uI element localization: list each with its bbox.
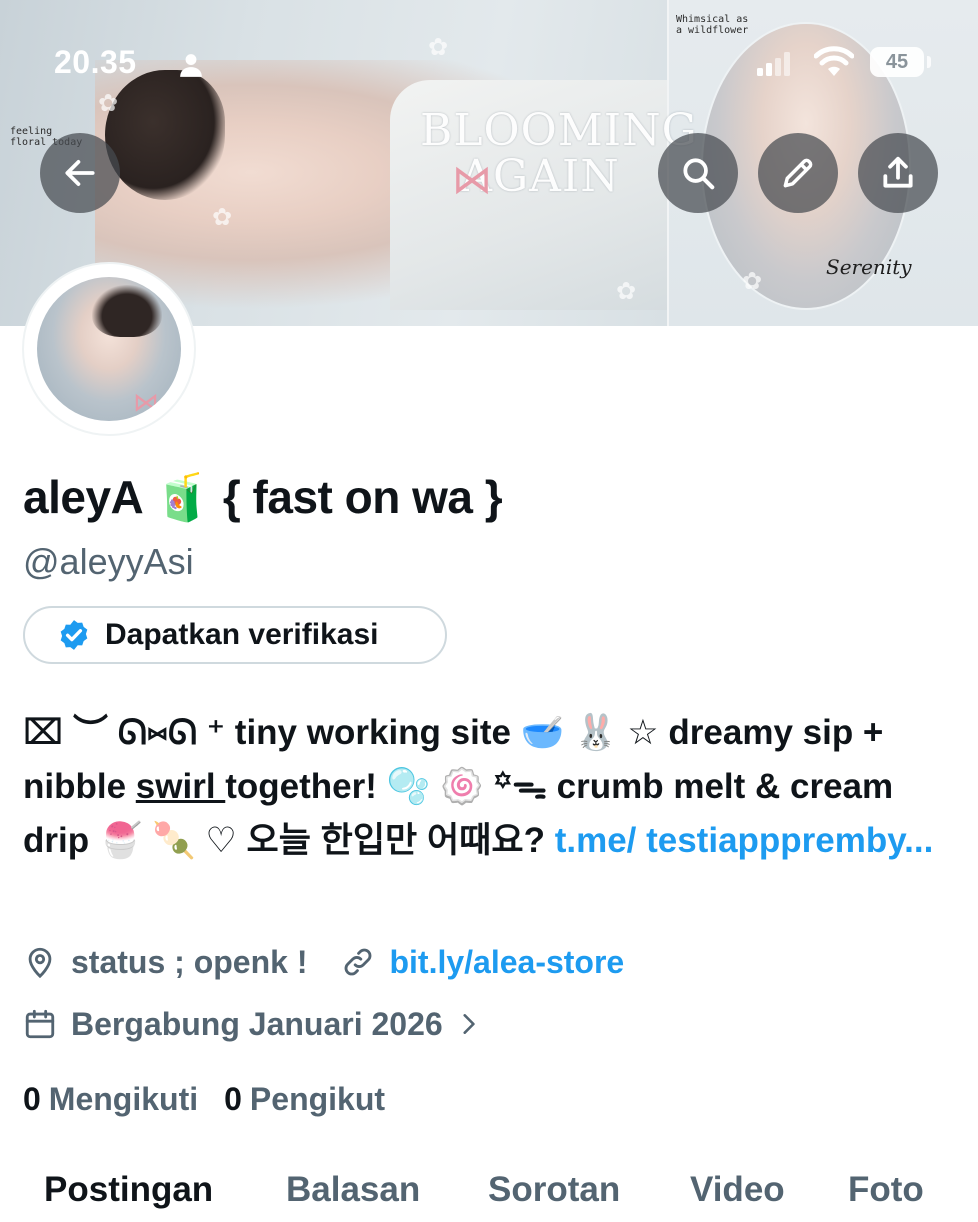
tab-replies[interactable]: Balasan: [286, 1170, 420, 1210]
location-pin-icon: [28, 947, 52, 979]
battery-tip: [927, 56, 931, 68]
get-verified-label: Dapatkan verifikasi: [105, 618, 379, 651]
wifi-icon: [814, 46, 854, 76]
tab-highlights[interactable]: Sorotan: [488, 1170, 620, 1210]
flower-icon: ✿: [616, 278, 637, 305]
share-button[interactable]: [858, 133, 938, 213]
arrow-left-icon: [65, 160, 95, 186]
signal-icon: [757, 52, 790, 76]
calendar-icon: [25, 1009, 55, 1039]
flower-icon: ✿: [742, 268, 763, 295]
flower-icon: ✿: [428, 34, 449, 61]
back-button[interactable]: [40, 133, 120, 213]
edit-button[interactable]: [758, 133, 838, 213]
bio-underlined-text: swirl: [135, 767, 226, 806]
banner-script-text: Serenity: [826, 255, 912, 279]
profile-meta-row: status ; openk ! bit.ly/alea-store: [23, 940, 624, 984]
bio-link[interactable]: t.me/ testiapppremby...: [555, 821, 934, 860]
flower-icon: ✿: [212, 204, 233, 231]
following-count[interactable]: 0: [23, 1081, 41, 1118]
tab-photos[interactable]: Foto: [848, 1170, 924, 1210]
website-link[interactable]: bit.ly/alea-store: [389, 944, 624, 981]
tab-videos[interactable]: Video: [690, 1170, 785, 1210]
search-button[interactable]: [658, 133, 738, 213]
status-time: 20.35: [54, 44, 137, 80]
profile-bio: ⌧ ︶ ᘏ⑅ᘏ ⁺ tiny working site 🥣 🐰 ☆ dreamy…: [23, 706, 963, 868]
avatar[interactable]: ⋈: [37, 277, 181, 421]
location-text: status ; openk !: [71, 943, 308, 980]
joined-date-row[interactable]: Bergabung Januari 2026: [23, 1002, 481, 1046]
bow-icon: ⋈: [452, 158, 492, 202]
pencil-icon: [783, 158, 813, 188]
tab-posts[interactable]: Postingan: [44, 1170, 213, 1210]
banner-note-right: Whimsical as a wildflower: [676, 14, 749, 36]
display-name: aleyA 🧃 { fast on wa }: [23, 471, 503, 523]
share-icon: [883, 156, 913, 188]
follow-stats: 0 Mengikuti 0 Pengikut: [23, 1076, 411, 1122]
avatar-hair: [92, 285, 162, 337]
banner-hair: [105, 70, 225, 200]
flower-icon: ✿: [98, 90, 119, 117]
battery-level: 45: [885, 51, 909, 73]
link-icon: [345, 948, 372, 976]
chevron-right-icon: [463, 1014, 475, 1034]
person-icon: [180, 54, 202, 77]
following-label[interactable]: Mengikuti: [49, 1081, 198, 1118]
verified-badge-icon: [60, 620, 88, 650]
profile-tabs: Postingan Balasan Sorotan Video Foto: [0, 1162, 978, 1222]
user-handle: @aleyyAsi: [23, 541, 194, 582]
search-icon: [683, 158, 715, 190]
followers-count[interactable]: 0: [224, 1081, 242, 1118]
bow-icon: ⋈: [133, 387, 159, 417]
followers-label[interactable]: Pengikut: [250, 1081, 385, 1118]
joined-date: Bergabung Januari 2026: [71, 1005, 443, 1042]
get-verified-button[interactable]: Dapatkan verifikasi: [23, 606, 447, 664]
